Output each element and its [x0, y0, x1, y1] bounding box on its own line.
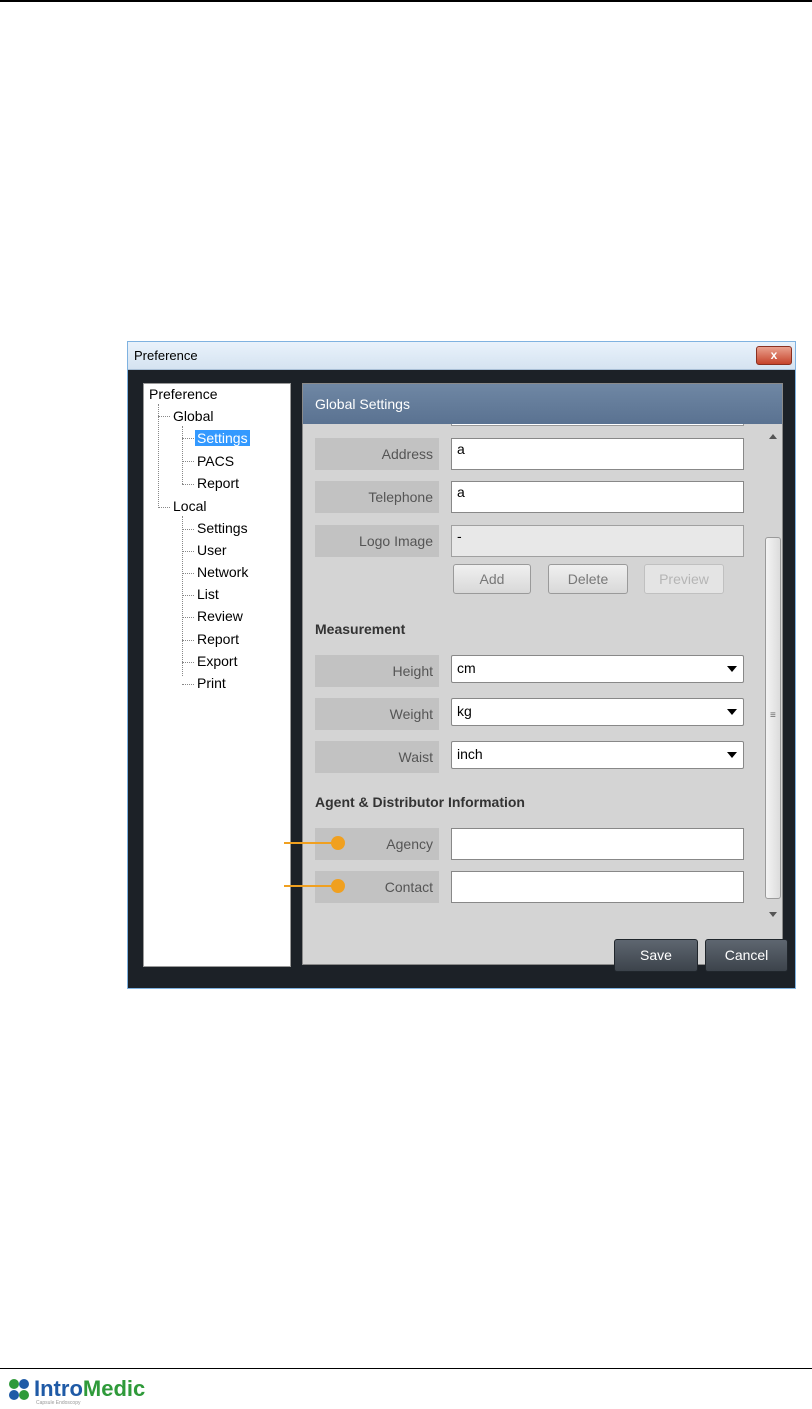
tree-item-label: Export — [197, 653, 238, 669]
preference-dialog: Preference x Preference Global Settings … — [127, 341, 796, 989]
settings-scroll-area[interactable]: Address a Telephone a Logo Image - Add D… — [303, 424, 782, 964]
waist-select[interactable]: inch — [451, 741, 744, 769]
scroll-up-icon[interactable] — [769, 434, 777, 439]
tree-item-global-pacs[interactable]: PACS — [197, 453, 234, 469]
vertical-scrollbar[interactable]: ≡ — [764, 424, 782, 924]
tree-item-local-report[interactable]: Report — [197, 631, 239, 647]
weight-label: Weight — [315, 698, 439, 730]
tree-item-label: Settings — [197, 520, 248, 536]
measurement-heading: Measurement — [315, 621, 406, 637]
tree-connector — [182, 640, 194, 641]
preference-tree: Preference Global Settings PACS Report L… — [143, 383, 291, 967]
tree-connector — [158, 404, 159, 508]
panel-title: Global Settings — [315, 396, 410, 412]
close-icon: x — [770, 348, 778, 362]
dialog-title: Preference — [134, 348, 198, 363]
address-field[interactable]: a — [451, 438, 744, 470]
logo-image-field: - — [451, 525, 744, 557]
tree-connector — [182, 662, 194, 663]
tree-item-label: List — [197, 586, 219, 602]
tree-root-label: Preference — [149, 386, 218, 402]
tree-item-label: Report — [197, 631, 240, 647]
tree-connector — [182, 438, 194, 439]
dialog-titlebar: Preference x — [128, 342, 795, 370]
weight-select[interactable]: kg — [451, 698, 744, 726]
tree-item-local[interactable]: Local — [173, 498, 206, 514]
logo-intro-text: Intro — [34, 1376, 83, 1401]
tree-item-label: Network — [197, 564, 249, 580]
height-select[interactable]: cm — [451, 655, 744, 683]
tree-connector — [182, 684, 194, 685]
tree-connector — [182, 484, 194, 485]
telephone-field[interactable]: a — [451, 481, 744, 513]
chevron-down-icon — [727, 752, 737, 758]
logo-tagline: Capsule Endoscopy — [36, 1400, 81, 1406]
tree-item-local-review[interactable]: Review — [197, 608, 243, 624]
tree-item-global-settings[interactable]: Settings — [195, 430, 250, 446]
waist-select-value: inch — [457, 746, 483, 762]
logo-wordmark: IntroMedic — [34, 1376, 145, 1402]
contact-field[interactable] — [451, 871, 744, 903]
add-button[interactable]: Add — [453, 564, 531, 594]
page-bottom-rule — [0, 1368, 812, 1369]
chevron-down-icon — [727, 709, 737, 715]
waist-label: Waist — [315, 741, 439, 773]
tree-connector — [182, 426, 183, 484]
logo-clover-icon — [9, 1379, 29, 1400]
tree-connector — [182, 516, 183, 676]
tree-item-label: PACS — [197, 453, 235, 469]
preview-button[interactable]: Preview — [644, 564, 724, 594]
telephone-label: Telephone — [315, 481, 439, 513]
chevron-down-icon — [727, 666, 737, 672]
tree-root[interactable]: Preference — [149, 386, 217, 402]
scrollbar-thumb[interactable]: ≡ — [765, 537, 781, 899]
scroll-down-icon[interactable] — [769, 912, 777, 917]
callout-dot-agency — [331, 836, 345, 850]
tree-item-local-export[interactable]: Export — [197, 653, 237, 669]
address-label: Address — [315, 438, 439, 470]
cancel-button[interactable]: Cancel — [705, 939, 788, 972]
tree-item-label: Local — [173, 498, 207, 514]
callout-line-contact — [284, 885, 334, 887]
height-select-value: cm — [457, 660, 476, 676]
tree-item-label: Global — [173, 408, 214, 424]
tree-item-label: Settings — [195, 430, 250, 446]
tree-connector — [182, 617, 194, 618]
tree-item-local-settings[interactable]: Settings — [197, 520, 248, 536]
agent-distributor-heading: Agent & Distributor Information — [315, 794, 525, 810]
page-top-rule — [0, 0, 812, 2]
tree-item-global-report[interactable]: Report — [197, 475, 239, 491]
tree-connector — [182, 551, 194, 552]
partial-field-above[interactable] — [451, 424, 744, 426]
tree-item-label: Print — [197, 675, 226, 691]
tree-connector — [182, 461, 194, 462]
save-button[interactable]: Save — [614, 939, 698, 972]
delete-button[interactable]: Delete — [548, 564, 628, 594]
logo-image-label: Logo Image — [315, 525, 439, 557]
close-button[interactable]: x — [756, 346, 792, 365]
tree-connector — [182, 595, 194, 596]
agency-field[interactable] — [451, 828, 744, 860]
tree-item-label: User — [197, 542, 227, 558]
tree-item-local-print[interactable]: Print — [197, 675, 226, 691]
logo-medic-text: Medic — [82, 1376, 146, 1401]
tree-connector — [158, 416, 170, 417]
callout-dot-contact — [331, 879, 345, 893]
callout-line-agency — [284, 842, 334, 844]
panel-header: Global Settings — [303, 384, 782, 424]
tree-item-local-network[interactable]: Network — [197, 564, 248, 580]
tree-item-label: Report — [197, 475, 240, 491]
tree-connector — [182, 529, 194, 530]
tree-connector — [158, 507, 170, 508]
tree-connector — [182, 573, 194, 574]
grip-icon: ≡ — [770, 710, 776, 721]
tree-item-global[interactable]: Global — [173, 408, 213, 424]
height-label: Height — [315, 655, 439, 687]
global-settings-panel: Global Settings Address a Telephone a Lo… — [302, 383, 783, 965]
weight-select-value: kg — [457, 703, 472, 719]
tree-item-local-user[interactable]: User — [197, 542, 227, 558]
tree-item-label: Review — [197, 608, 243, 624]
tree-item-local-list[interactable]: List — [197, 586, 219, 602]
